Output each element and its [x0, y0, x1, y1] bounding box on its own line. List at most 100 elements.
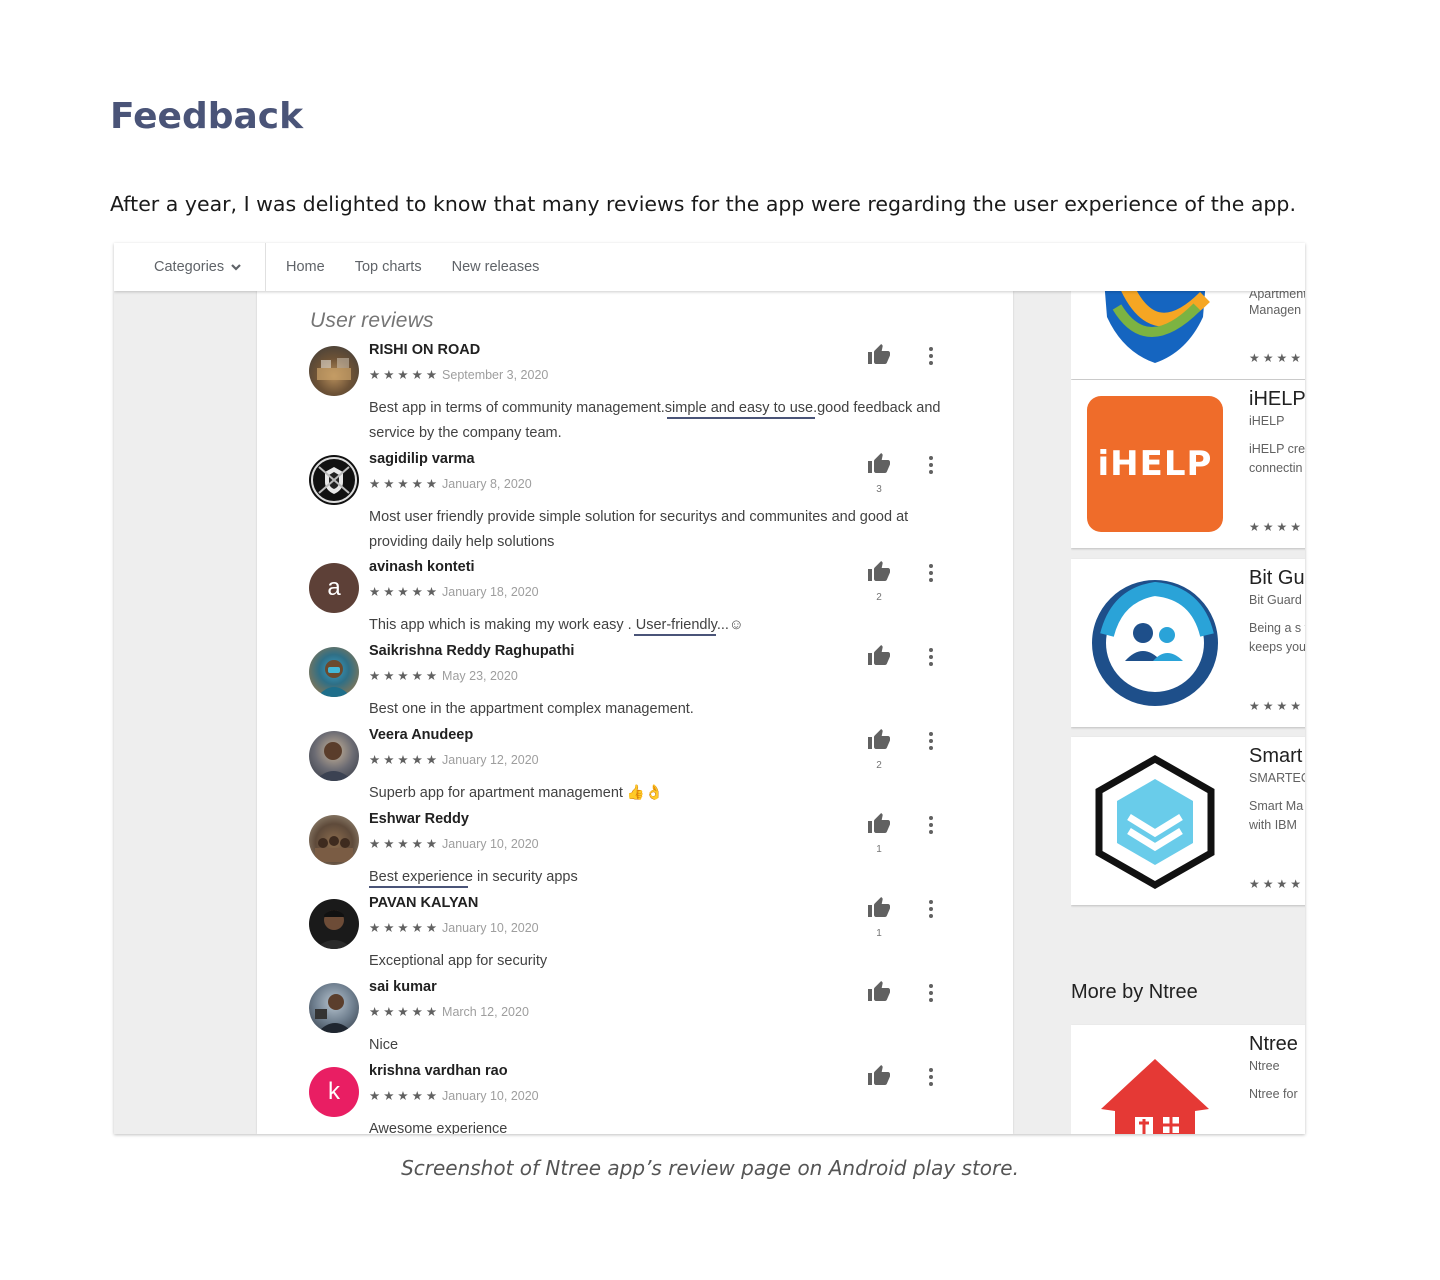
app-title: Bit Gu	[1249, 567, 1305, 589]
more-options-icon[interactable]	[925, 983, 937, 1003]
review-date: January 10, 2020	[442, 1089, 539, 1103]
reviewer-name[interactable]: RISHI ON ROAD	[369, 342, 480, 358]
review-text: Exceptional app for security	[369, 953, 548, 969]
more-options-icon[interactable]	[925, 1067, 937, 1087]
highlight-underline	[667, 417, 815, 419]
review-meta: ★★★★★ January 10, 2020	[369, 1088, 539, 1103]
rating-stars: ★★★★★	[369, 837, 441, 851]
page-title: Feedback	[110, 96, 304, 137]
rating-stars: ★★★★★	[369, 1089, 441, 1103]
more-options-icon[interactable]	[925, 647, 937, 667]
thumbs-up-icon[interactable]	[867, 343, 891, 367]
avatar[interactable]	[309, 983, 359, 1033]
avatar[interactable]: a	[309, 563, 359, 613]
avatar[interactable]	[309, 815, 359, 865]
reviewer-name[interactable]: sagidilip varma	[369, 451, 475, 467]
review-item: Veera Anudeep ★★★★★ January 12, 2020 Supe…	[309, 727, 969, 811]
app-description: Being a s this parer keeps you	[1249, 621, 1305, 654]
avatar[interactable]	[309, 899, 359, 949]
reviewer-name[interactable]: Saikrishna Reddy Raghupathi	[369, 643, 574, 659]
rating-stars: ★★★★★	[369, 753, 441, 767]
ihelp-logo-text: iHELP	[1097, 444, 1213, 484]
play-store-screenshot: Categories Home Top charts New releases …	[114, 243, 1305, 1134]
review-item: k krishna vardhan rao ★★★★★ January 10, 2…	[309, 1063, 969, 1134]
rating-stars: ★★★★★	[369, 921, 441, 935]
app-description: iHELP cre emergenc connectin	[1249, 442, 1305, 475]
intro-paragraph: After a year, I was delighted to know th…	[110, 192, 1296, 216]
categories-dropdown[interactable]: Categories	[114, 243, 266, 291]
review-text: Superb app for apartment management 👍👌	[369, 785, 664, 801]
reviewer-name[interactable]: sai kumar	[369, 979, 437, 995]
avatar[interactable]	[309, 455, 359, 505]
thumbs-up-icon[interactable]	[867, 560, 891, 584]
app-title: Ntree	[1249, 1033, 1298, 1055]
rating-stars: ★★★★★	[369, 477, 441, 491]
app-title: Smart	[1249, 745, 1303, 767]
review-item: RISHI ON ROAD ★★★★★ September 3, 2020 Bes…	[309, 342, 969, 441]
review-date: May 23, 2020	[442, 669, 518, 683]
nav-new-releases[interactable]: New releases	[452, 259, 540, 275]
app-developer: iHELP	[1249, 414, 1285, 428]
thumbs-up-icon[interactable]	[867, 1064, 891, 1088]
avatar[interactable]	[309, 731, 359, 781]
avatar-photo-icon	[317, 358, 351, 380]
review-date: January 12, 2020	[442, 753, 539, 767]
similar-app-card[interactable]: Apartment Managen ★★★★	[1071, 291, 1305, 379]
reviews-panel: User reviews RISHI ON ROAD ★★★★★ Septembe…	[257, 291, 1013, 1134]
app-description: Ntree for	[1249, 1087, 1298, 1101]
thumbs-up-icon[interactable]	[867, 728, 891, 752]
nav-top-charts[interactable]: Top charts	[355, 259, 422, 275]
reviewer-name[interactable]: Veera Anudeep	[369, 727, 473, 743]
more-by-heading: More by Ntree	[1071, 981, 1198, 1003]
more-options-icon[interactable]	[925, 563, 937, 583]
review-meta: ★★★★★ January 10, 2020	[369, 920, 539, 935]
review-meta: ★★★★★ March 12, 2020	[369, 1004, 529, 1019]
review-item: a avinash konteti ★★★★★ January 18, 2020 …	[309, 559, 969, 643]
rating-stars: ★★★★★	[369, 368, 441, 382]
smart-hexagon-logo-icon	[1095, 754, 1215, 889]
bit-guard-logo-icon	[1092, 580, 1218, 706]
review-meta: ★★★★★ September 3, 2020	[369, 367, 548, 382]
rating-stars: ★★★★★	[369, 1005, 441, 1019]
similar-app-card[interactable]: Smart SMARTEC Smart Ma allows de with IB…	[1071, 737, 1305, 905]
reviewer-name[interactable]: Eshwar Reddy	[369, 811, 469, 827]
app-rating-stars: ★★★★	[1249, 520, 1305, 534]
thumbs-up-icon[interactable]	[867, 896, 891, 920]
app-description: Smart Ma allows de with IBM	[1249, 799, 1305, 832]
reviewer-name[interactable]: avinash konteti	[369, 559, 475, 575]
app-rating-stars: ★★★★	[1249, 877, 1305, 891]
more-options-icon[interactable]	[925, 731, 937, 751]
app-rating-stars: ★★★★	[1249, 351, 1305, 365]
nav-home[interactable]: Home	[286, 259, 325, 275]
ntree-app-card[interactable]: Ntree Ntree Ntree for	[1071, 1025, 1305, 1134]
review-date: September 3, 2020	[442, 368, 549, 382]
thumbs-up-icon[interactable]	[867, 812, 891, 836]
avatar-photo-icon	[315, 742, 353, 781]
app-developer: Ntree	[1249, 1059, 1280, 1073]
review-item: Eshwar Reddy ★★★★★ January 10, 2020 Best …	[309, 811, 969, 895]
review-text: Awesome experience	[369, 1121, 508, 1134]
thumbs-up-icon[interactable]	[867, 452, 891, 476]
similar-apps-column: Apartment Managen ★★★★ iHELP iHELP iHELP…	[1071, 291, 1305, 1134]
reviewer-name[interactable]: PAVAN KALYAN	[369, 895, 478, 911]
reviewer-name[interactable]: krishna vardhan rao	[369, 1063, 508, 1079]
similar-app-card[interactable]: iHELP iHELP iHELP iHELP cre emergenc con…	[1071, 380, 1305, 548]
app-rating-stars: ★★★★	[1249, 699, 1305, 713]
avatar[interactable]: k	[309, 1067, 359, 1117]
avatar-photo-icon	[315, 836, 353, 862]
helpful-count: 1	[876, 928, 882, 939]
review-text: Most user friendly provide simple soluti…	[369, 509, 909, 550]
review-date: March 12, 2020	[442, 1005, 529, 1019]
rating-stars: ★★★★★	[369, 585, 441, 599]
avatar[interactable]	[309, 346, 359, 396]
review-meta: ★★★★★ January 18, 2020	[369, 584, 539, 599]
more-options-icon[interactable]	[925, 815, 937, 835]
more-options-icon[interactable]	[925, 346, 937, 366]
thumbs-up-icon[interactable]	[867, 644, 891, 668]
app-developer: SMARTEC	[1249, 771, 1305, 785]
more-options-icon[interactable]	[925, 899, 937, 919]
more-options-icon[interactable]	[925, 455, 937, 475]
thumbs-up-icon[interactable]	[867, 980, 891, 1004]
avatar[interactable]	[309, 647, 359, 697]
similar-app-card[interactable]: Bit Gu Bit Guard Being a s this parer ke…	[1071, 559, 1305, 727]
